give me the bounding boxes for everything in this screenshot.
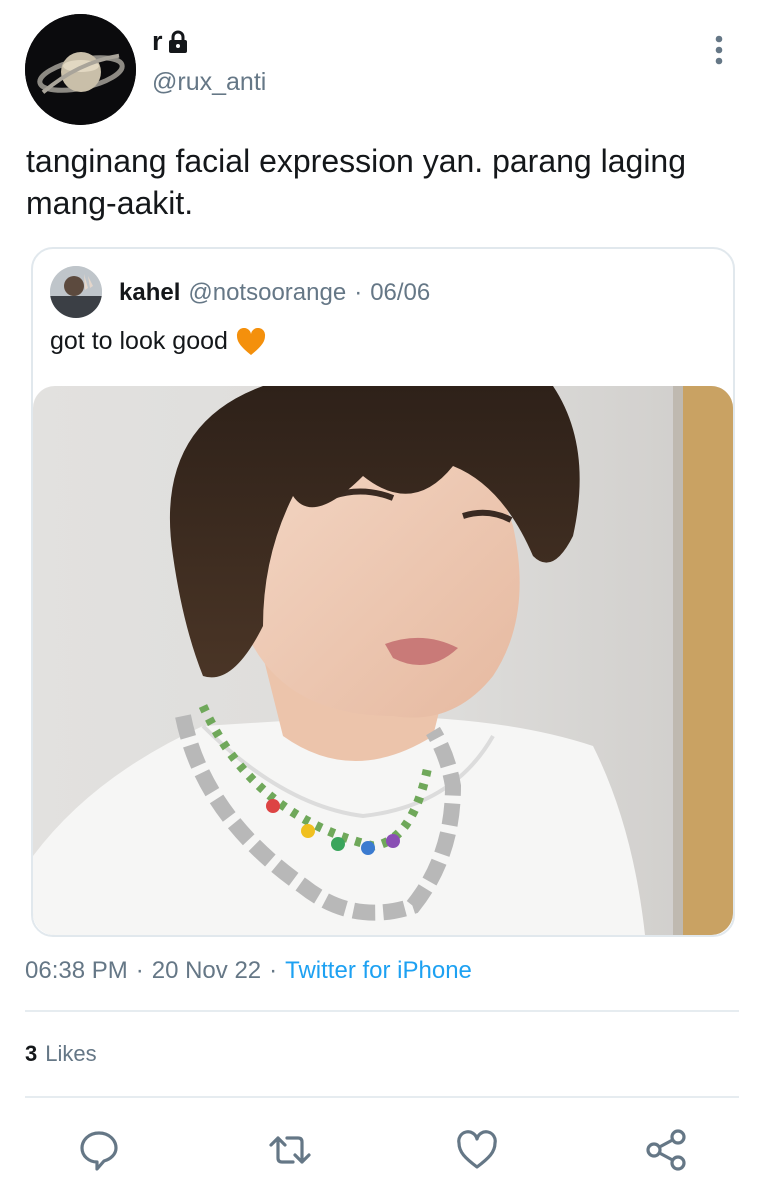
tweet-page: r @rux_anti tanginang facial expression …	[0, 0, 764, 1200]
quoted-date[interactable]: 06/06	[370, 279, 430, 307]
selfie-photo[interactable]	[33, 386, 733, 935]
quoted-name[interactable]: kahel	[119, 279, 180, 307]
like-icon[interactable]	[455, 1128, 499, 1172]
separator: ·	[354, 279, 363, 306]
tweet-text: tanginang facial expression yan. parang …	[26, 143, 687, 221]
likes-label: Likes	[45, 1041, 97, 1066]
separator: ·	[269, 957, 278, 984]
tweet-meta: 06:38 PM · 20 Nov 22 · Twitter for iPhon…	[25, 957, 472, 985]
retweet-icon[interactable]	[268, 1128, 312, 1172]
quoted-header: kahel @notsoorange · 06/06	[119, 279, 430, 307]
quoted-tweet-card[interactable]: kahel @notsoorange · 06/06 got to look g…	[31, 247, 735, 937]
quoted-text: got to look good	[50, 327, 228, 355]
author-name-row: r	[152, 26, 189, 57]
divider	[25, 1096, 739, 1098]
quoted-text-row: got to look good	[50, 327, 266, 356]
tweet-time: 06:38 PM	[25, 957, 128, 984]
display-name[interactable]: r	[152, 26, 163, 57]
author-handle[interactable]: @rux_anti	[152, 68, 266, 97]
likes-count: 3	[25, 1041, 38, 1066]
more-options-icon[interactable]	[706, 34, 732, 68]
divider	[25, 1010, 739, 1012]
lock-icon	[167, 30, 189, 54]
share-icon[interactable]	[644, 1128, 688, 1172]
reply-icon[interactable]	[77, 1128, 121, 1172]
likes-stat[interactable]: 3 Likes	[25, 1041, 97, 1067]
quoted-avatar[interactable]	[50, 266, 102, 318]
tweet-source-link[interactable]: Twitter for iPhone	[285, 957, 472, 985]
separator: ·	[135, 957, 144, 984]
tweet-date: 20 Nov 22	[151, 957, 262, 984]
orange-heart-emoji	[236, 327, 266, 356]
quoted-handle[interactable]: @notsoorange	[188, 279, 346, 307]
saturn-avatar[interactable]	[25, 14, 136, 125]
